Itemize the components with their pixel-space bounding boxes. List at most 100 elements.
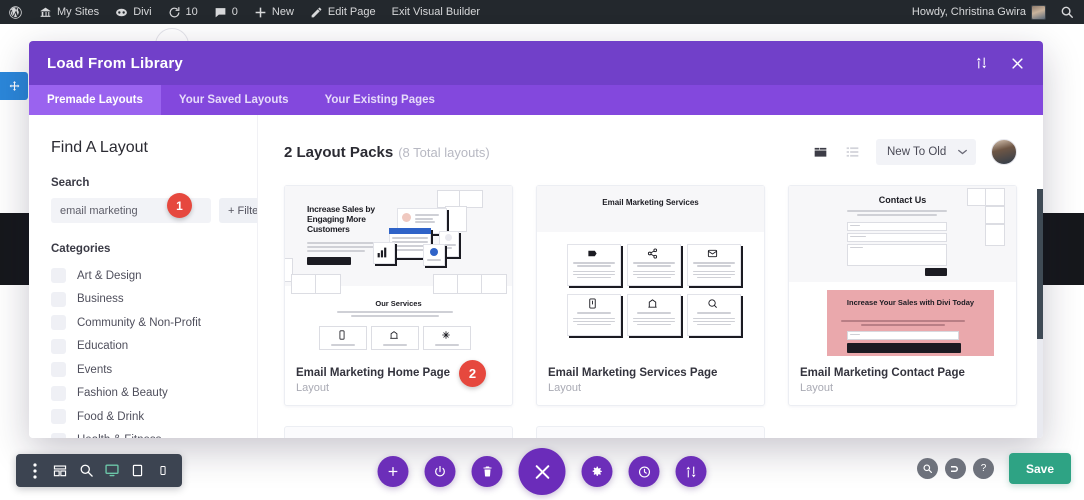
admin-bar-comments[interactable]: 0 bbox=[206, 0, 246, 24]
layout-card[interactable]: Increase Sales by Engaging More Customer… bbox=[284, 185, 513, 406]
admin-bar-label: New bbox=[271, 6, 294, 18]
trash-icon[interactable] bbox=[471, 456, 503, 487]
divi-logo-icon[interactable] bbox=[944, 458, 966, 479]
packs-count-label: 2 Layout Packs bbox=[284, 143, 394, 161]
modal-scrollbar[interactable] bbox=[1037, 189, 1043, 438]
move-handle-icon[interactable] bbox=[0, 72, 28, 100]
search-icon[interactable] bbox=[916, 458, 938, 479]
filter-button[interactable]: + Filter bbox=[219, 198, 257, 223]
search-icon[interactable] bbox=[1054, 0, 1084, 24]
results-header: 2 Layout Packs (8 Total layouts) New To O… bbox=[284, 139, 1017, 165]
admin-bar-updates[interactable]: 10 bbox=[160, 0, 206, 24]
admin-bar-account[interactable]: Howdy, Christina Gwira bbox=[904, 0, 1054, 24]
packs-total-label: (8 Total layouts) bbox=[398, 144, 490, 160]
admin-bar-label: Exit Visual Builder bbox=[391, 6, 481, 18]
divi-icon bbox=[115, 6, 128, 19]
tab-label: Your Existing Pages bbox=[324, 94, 435, 106]
sidebar-item-food-drink[interactable]: Food & Drink bbox=[51, 405, 239, 429]
category-label: Education bbox=[77, 340, 129, 353]
power-toggle-icon[interactable] bbox=[424, 456, 456, 487]
checkbox-icon[interactable] bbox=[51, 362, 66, 378]
desktop-view-icon[interactable] bbox=[102, 461, 122, 481]
updates-icon bbox=[168, 6, 181, 19]
load-from-library-modal: Load From Library Premade Layouts Your S… bbox=[29, 41, 1043, 438]
phone-view-icon[interactable] bbox=[153, 461, 173, 481]
admin-bar-exit-visual-builder[interactable]: Exit Visual Builder bbox=[384, 0, 488, 24]
more-options-icon[interactable] bbox=[25, 461, 45, 481]
layout-card-grid-row-2 bbox=[284, 426, 1017, 438]
layout-card-subtitle: Layout bbox=[800, 382, 834, 394]
sidebar-item-art-design[interactable]: Art & Design bbox=[51, 264, 239, 288]
grid-view-icon[interactable] bbox=[812, 145, 829, 160]
category-label: Health & Fitness bbox=[77, 434, 161, 438]
admin-bar-my-sites[interactable]: My Sites bbox=[31, 0, 107, 24]
sort-icon[interactable] bbox=[973, 55, 989, 71]
comments-icon bbox=[214, 6, 227, 19]
categories-list: Art & Design Business Community & Non-Pr… bbox=[51, 264, 239, 438]
sidebar-item-fashion-beauty[interactable]: Fashion & Beauty bbox=[51, 382, 239, 406]
layout-thumbnail: Email Marketing Services bbox=[537, 186, 764, 358]
checkbox-icon[interactable] bbox=[51, 315, 66, 331]
zoom-view-icon[interactable] bbox=[76, 461, 96, 481]
admin-bar-edit-page[interactable]: Edit Page bbox=[302, 0, 384, 24]
layout-results: 2 Layout Packs (8 Total layouts) New To O… bbox=[258, 115, 1043, 438]
layout-card[interactable]: Contact Us Increase Your Sales with Divi… bbox=[788, 185, 1017, 406]
wireframe-view-icon[interactable] bbox=[50, 461, 70, 481]
tablet-view-icon[interactable] bbox=[127, 461, 147, 481]
checkbox-icon[interactable] bbox=[51, 385, 66, 401]
tab-premade-layouts[interactable]: Premade Layouts bbox=[29, 85, 161, 115]
close-menu-icon[interactable] bbox=[518, 448, 566, 495]
layout-card-partial[interactable] bbox=[284, 426, 513, 438]
sidebar-item-events[interactable]: Events bbox=[51, 358, 239, 382]
categories-label: Categories bbox=[51, 243, 111, 255]
portability-sort-icon[interactable] bbox=[675, 456, 707, 487]
checkbox-icon[interactable] bbox=[51, 409, 66, 425]
tab-your-existing-pages[interactable]: Your Existing Pages bbox=[307, 85, 453, 115]
search-row: + Filter 1 bbox=[51, 193, 257, 223]
tab-your-saved-layouts[interactable]: Your Saved Layouts bbox=[161, 85, 307, 115]
layout-card-grid: Increase Sales by Engaging More Customer… bbox=[284, 185, 1017, 406]
view-mode-toolbar bbox=[16, 454, 182, 487]
chevron-down-icon bbox=[958, 146, 967, 158]
sidebar-item-business[interactable]: Business bbox=[51, 288, 239, 312]
checkbox-icon[interactable] bbox=[51, 291, 66, 307]
layout-card[interactable]: Email Marketing Services Email Marketing… bbox=[536, 185, 765, 406]
history-clock-icon[interactable] bbox=[628, 456, 660, 487]
category-label: Art & Design bbox=[77, 269, 142, 282]
sort-dropdown[interactable]: New To Old bbox=[876, 139, 976, 165]
modal-tabs: Premade Layouts Your Saved Layouts Your … bbox=[29, 85, 1043, 115]
sidebar-item-health-fitness[interactable]: Health & Fitness bbox=[51, 429, 239, 438]
modal-body: Find A Layout Search + Filter 1 Categori… bbox=[29, 115, 1043, 438]
layout-card-footer: Email Marketing Home Page Layout 2 bbox=[285, 358, 512, 405]
layout-thumbnail: Contact Us Increase Your Sales with Divi… bbox=[789, 186, 1016, 358]
admin-bar-divi[interactable]: Divi bbox=[107, 0, 159, 24]
checkbox-icon[interactable] bbox=[51, 338, 66, 354]
badge-label: 2 bbox=[468, 366, 477, 381]
layout-card-title: Email Marketing Services Page bbox=[548, 367, 718, 379]
wordpress-logo-icon[interactable] bbox=[0, 0, 31, 24]
avatar[interactable] bbox=[991, 139, 1017, 165]
save-label: Save bbox=[1025, 461, 1054, 476]
screen: My Sites Divi 10 0 New Edit Page Exit Vi… bbox=[0, 0, 1084, 500]
checkbox-icon[interactable] bbox=[51, 268, 66, 284]
sidebar-item-community-non-profit[interactable]: Community & Non-Profit bbox=[51, 311, 239, 335]
layout-card-partial[interactable] bbox=[536, 426, 765, 438]
settings-gear-icon[interactable] bbox=[581, 456, 613, 487]
sidebar-item-education[interactable]: Education bbox=[51, 335, 239, 359]
sort-value: New To Old bbox=[887, 146, 947, 158]
thumb-headline: Email Marketing Services bbox=[602, 198, 699, 207]
admin-bar-new[interactable]: New bbox=[246, 0, 302, 24]
help-icon[interactable]: ? bbox=[972, 458, 994, 479]
list-view-icon[interactable] bbox=[844, 145, 861, 160]
layout-thumbnail: Increase Sales by Engaging More Customer… bbox=[285, 186, 512, 358]
layout-card-subtitle: Layout bbox=[548, 382, 582, 394]
close-icon[interactable] bbox=[1009, 55, 1025, 71]
plus-icon bbox=[254, 6, 267, 19]
thumb-headline: Contact Us bbox=[878, 195, 927, 205]
layout-card-footer: Email Marketing Services Page Layout bbox=[537, 358, 764, 405]
add-section-icon[interactable] bbox=[377, 456, 409, 487]
checkbox-icon[interactable] bbox=[51, 432, 66, 438]
thumb-cta-headline: Increase Your Sales with Divi Today bbox=[846, 298, 975, 307]
tab-label: Your Saved Layouts bbox=[178, 94, 289, 106]
save-button[interactable]: Save bbox=[1008, 453, 1071, 484]
